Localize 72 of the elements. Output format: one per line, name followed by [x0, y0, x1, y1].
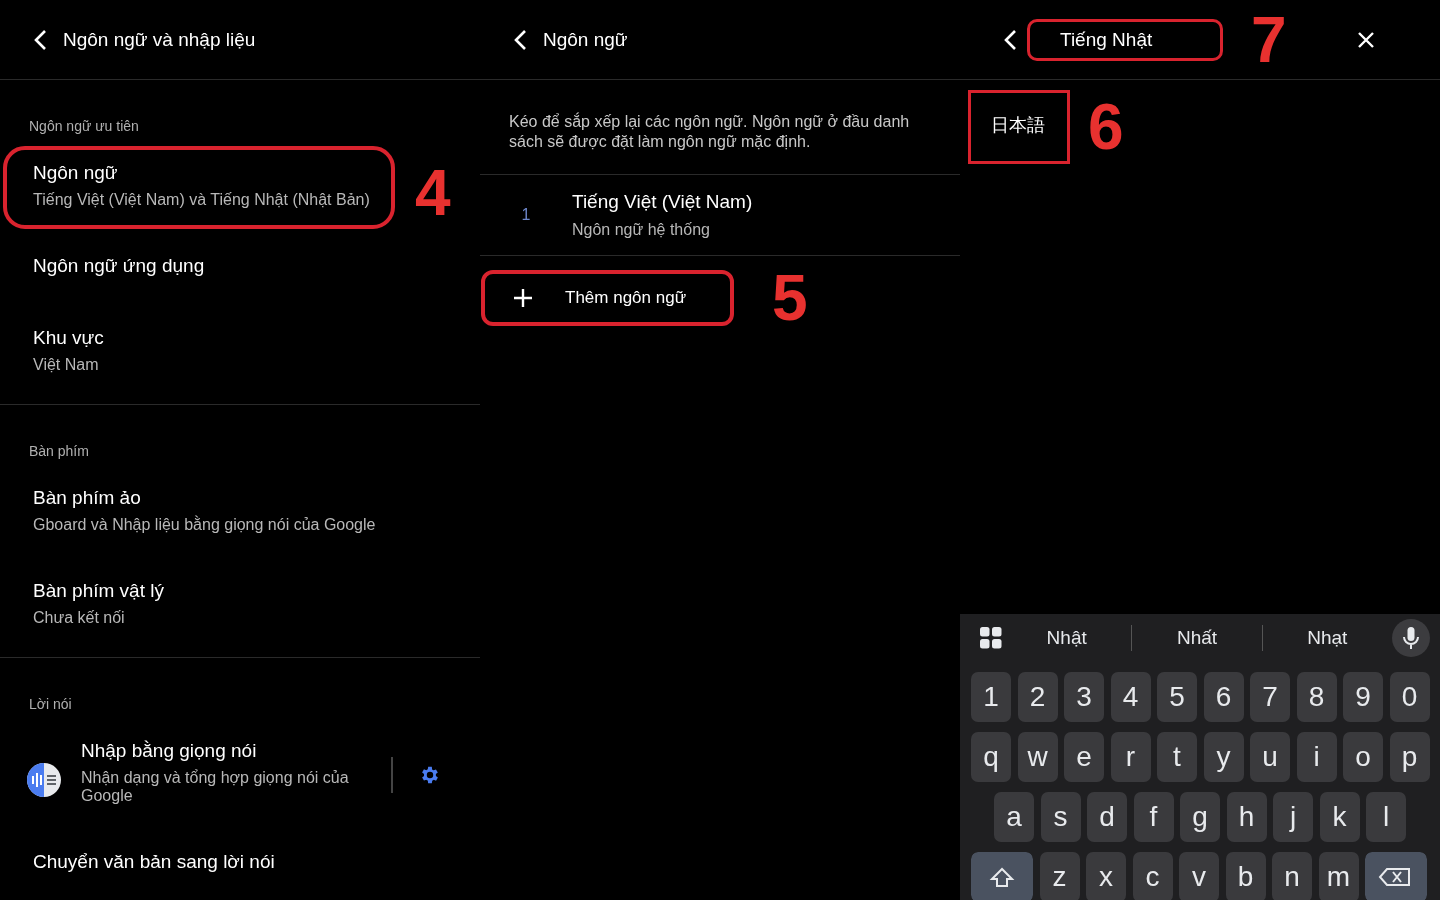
language-order-number: 1	[520, 206, 532, 224]
settings-item[interactable]: Ngôn ngữ ứng dụng	[3, 239, 395, 301]
keyboard-key[interactable]: z	[1039, 852, 1080, 900]
keyboard-key[interactable]: 1	[971, 672, 1011, 722]
keyboard-key[interactable]: l	[1366, 792, 1406, 842]
keyboard-key[interactable]: p	[1389, 732, 1430, 782]
shift-key[interactable]	[971, 852, 1033, 900]
settings-item[interactable]: Nhập bằng giọng nói Nhận dạng và tổng hợp giọng nói của Google	[61, 724, 391, 825]
keyboard-key[interactable]: 5	[1157, 672, 1197, 722]
keyboard-key[interactable]: 0	[1389, 672, 1430, 722]
back-icon[interactable]	[33, 28, 47, 51]
keyboard-key[interactable]: 3	[1064, 672, 1104, 722]
keyboard-key[interactable]: x	[1086, 852, 1126, 900]
backspace-key[interactable]	[1365, 852, 1427, 900]
close-icon[interactable]	[1357, 30, 1375, 49]
page-title: Ngôn ngữ	[543, 28, 628, 51]
keyboard-key[interactable]: r	[1110, 732, 1151, 782]
settings-item[interactable]: Bàn phím ảo Gboard và Nhập liệu bằng giọng nói của Google	[3, 471, 395, 554]
keyboard-key[interactable]: s	[1040, 792, 1081, 842]
keyboard-key[interactable]: m	[1318, 852, 1359, 900]
keyboard-key[interactable]: a	[994, 792, 1034, 842]
settings-item[interactable]: Ngôn ngữ Tiếng Việt (Việt Nam) và Tiếng Nhật (Nhật Bản)	[3, 146, 395, 229]
keyboard-key[interactable]: 2	[1017, 672, 1058, 722]
keyboard-key[interactable]: v	[1179, 852, 1219, 900]
word-suggestion[interactable]: Nhạt	[1262, 627, 1392, 649]
keyboard-key[interactable]: t	[1157, 732, 1197, 782]
keyboard-key[interactable]: 6	[1203, 672, 1244, 722]
voice-app-icon	[27, 762, 61, 797]
keyboard-key[interactable]: g	[1180, 792, 1220, 842]
section-header: Ngôn ngữ ưu tiên	[28, 118, 140, 134]
keyboard-key[interactable]: k	[1319, 792, 1360, 842]
back-icon[interactable]	[513, 28, 527, 51]
keyboard-key[interactable]: y	[1203, 732, 1244, 782]
keyboard-key[interactable]: o	[1343, 732, 1383, 782]
settings-item[interactable]: Chuyển văn bản sang lời nói	[3, 835, 395, 897]
keyboard-key[interactable]: d	[1087, 792, 1127, 842]
keyboard-key[interactable]: e	[1064, 732, 1104, 782]
search-field[interactable]: Tiếng Nhật	[1027, 18, 1223, 61]
description-text: Kéo để sắp xếp lại các ngôn ngữ. Ngôn ngữ ở đầu danh sách sẽ được đặt làm ngôn ngữ mặc định.	[480, 80, 960, 175]
step-number: 7	[1251, 7, 1287, 72]
keyboard-key[interactable]: f	[1133, 792, 1174, 842]
language-subtitle: Ngôn ngữ hệ thống	[572, 221, 711, 239]
word-suggestion[interactable]: Nhất	[1132, 627, 1262, 649]
keyboard-key[interactable]: u	[1250, 732, 1290, 782]
keyboard-key[interactable]: b	[1225, 852, 1266, 900]
page-title: Ngôn ngữ và nhập liệu	[63, 28, 256, 51]
keyboard-key[interactable]: n	[1272, 852, 1312, 900]
apps-grid-icon[interactable]	[980, 627, 1002, 649]
keyboard-key[interactable]: q	[971, 732, 1011, 782]
settings-item[interactable]: Bàn phím vật lý Chưa kết nối	[3, 564, 395, 647]
add-language-button[interactable]: Thêm ngôn ngữ	[481, 270, 734, 326]
section-header: Lời nói	[28, 696, 73, 712]
keyboard-key[interactable]: w	[1017, 732, 1058, 782]
settings-item[interactable]: Khu vực Việt Nam	[3, 311, 395, 394]
keyboard-key[interactable]: h	[1226, 792, 1267, 842]
keyboard-key[interactable]: i	[1296, 732, 1337, 782]
keyboard-key[interactable]: j	[1273, 792, 1313, 842]
word-suggestion[interactable]: Nhật	[1002, 627, 1132, 649]
step-number: 6	[1088, 95, 1124, 159]
keyboard-key[interactable]: 7	[1250, 672, 1290, 722]
plus-icon	[513, 288, 533, 308]
keyboard-key[interactable]: 9	[1343, 672, 1383, 722]
step-number: 4	[415, 160, 451, 225]
back-icon[interactable]	[1003, 28, 1017, 51]
search-result[interactable]: 日本語	[968, 90, 1070, 164]
keyboard-key[interactable]: 4	[1110, 672, 1151, 722]
keyboard-key[interactable]: 8	[1296, 672, 1337, 722]
microphone-icon[interactable]	[1392, 619, 1430, 657]
step-number: 5	[772, 266, 808, 330]
section-header: Bàn phím	[28, 443, 90, 459]
language-name[interactable]: Tiếng Việt (Việt Nam)	[572, 191, 753, 213]
keyboard-key[interactable]: c	[1132, 852, 1173, 900]
